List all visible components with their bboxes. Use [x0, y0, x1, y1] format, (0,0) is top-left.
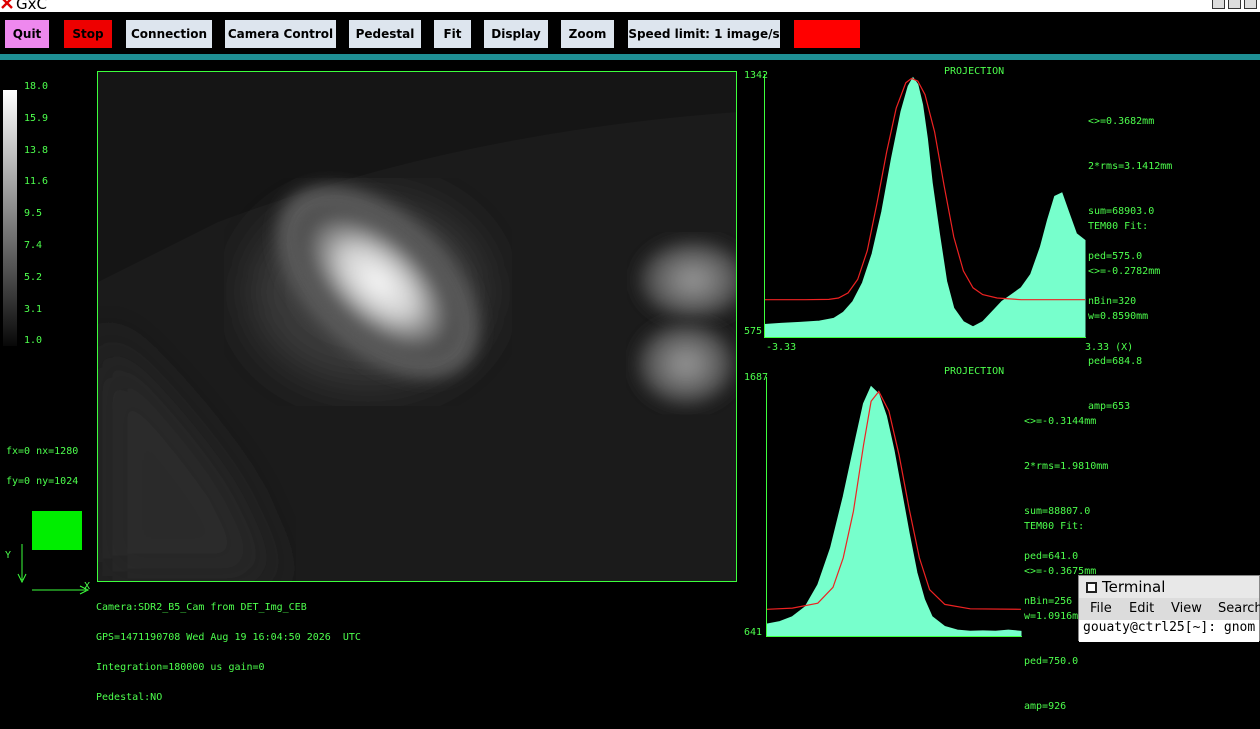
- terminal-titlebar[interactable]: Terminal: [1079, 576, 1259, 598]
- terminal-menu-edit[interactable]: Edit: [1129, 601, 1154, 616]
- fit-ped: ped=750.0: [1024, 656, 1079, 667]
- fit-ped: ped=684.8: [1088, 356, 1143, 367]
- terminal-prompt[interactable]: gouaty@ctrl25[~]: gnom: [1079, 620, 1259, 642]
- fx-nx-label: fx=0 nx=1280: [6, 446, 79, 457]
- integration-line: Integration=180000 us gain=0: [96, 662, 265, 673]
- camera-image-canvas: [98, 72, 736, 581]
- gps-line: GPS=1471190708 Wed Aug 19 16:04:50 2026 …: [96, 632, 361, 643]
- fit-mean: <>=-0.2782mm: [1088, 266, 1161, 277]
- axis-y-label: Y: [5, 550, 12, 561]
- projection-y-plot: [766, 377, 1022, 637]
- separator-bar: [0, 54, 1260, 60]
- close-button[interactable]: [1244, 0, 1257, 9]
- projection-x-ymin: 575: [744, 326, 763, 337]
- projection-y-title: PROJECTION: [944, 366, 1005, 377]
- fit-amp: amp=926: [1024, 701, 1067, 712]
- terminal-menu-search[interactable]: Search: [1218, 601, 1260, 616]
- speed-limit-button[interactable]: Speed limit: 1 image/s: [628, 20, 780, 48]
- connection-button[interactable]: Connection: [126, 20, 212, 48]
- colorbar-tick: 13.8: [24, 144, 49, 156]
- colorbar-tick: 15.9: [24, 112, 49, 124]
- histogram-area: [766, 385, 1022, 637]
- terminal-menubar: File Edit View Search: [1079, 598, 1260, 620]
- stat-rms: 2*rms=3.1412mm: [1088, 161, 1173, 172]
- camera-name-line: Camera:SDR2_B5_Cam from DET_Img_CEB: [96, 602, 307, 613]
- fit-title: TEM00 Fit:: [1088, 221, 1149, 232]
- colorbar-tick: 3.1: [24, 303, 43, 315]
- axis-x-label: X: [84, 581, 91, 592]
- terminal-menu-icon[interactable]: [1086, 582, 1097, 593]
- quit-button[interactable]: Quit: [5, 20, 49, 48]
- maximize-button[interactable]: [1228, 0, 1241, 9]
- fit-title: TEM00 Fit:: [1024, 521, 1085, 532]
- terminal-menu-file[interactable]: File: [1090, 601, 1112, 616]
- terminal-menu-view[interactable]: View: [1171, 601, 1202, 616]
- projection-y-ymax: 1687: [744, 372, 769, 383]
- pedestal-line: Pedestal:NO: [96, 692, 163, 703]
- projection-x-plot: [764, 74, 1086, 338]
- colorbar-tick: 9.5: [24, 208, 43, 220]
- display-button[interactable]: Display: [484, 20, 548, 48]
- camera-control-button[interactable]: Camera Control: [225, 20, 336, 48]
- status-indicator-button[interactable]: [794, 20, 860, 48]
- colorbar-tick: 5.2: [24, 271, 43, 283]
- minimize-button[interactable]: [1212, 0, 1225, 9]
- terminal-window[interactable]: Terminal File Edit View Search gouaty@ct…: [1078, 575, 1260, 642]
- projection-x-xmin: -3.33: [766, 342, 797, 353]
- fit-button[interactable]: Fit: [434, 20, 471, 48]
- stat-mean: <>=-0.3144mm: [1024, 416, 1097, 427]
- stat-rms: 2*rms=1.9810mm: [1024, 461, 1109, 472]
- pedestal-button[interactable]: Pedestal: [349, 20, 421, 48]
- terminal-title: Terminal: [1102, 578, 1166, 596]
- x-logo-icon: [1, 0, 13, 9]
- fit-w: w=0.8590mm: [1088, 311, 1149, 322]
- camera-info: Camera:SDR2_B5_Cam from DET_Img_CEB GPS=…: [96, 583, 361, 713]
- toolbar: Quit Stop Connection Camera Control Pede…: [0, 12, 1260, 54]
- colorbar-tick: 1.0: [24, 335, 43, 347]
- stat-mean: <>=0.3682mm: [1088, 116, 1155, 127]
- stop-button[interactable]: Stop: [64, 20, 112, 48]
- colorbar-tick: 7.4: [24, 240, 43, 251]
- colorbar: [3, 90, 17, 346]
- window-titlebar: GxC: [0, 0, 1260, 13]
- zoom-button[interactable]: Zoom: [561, 20, 614, 48]
- fy-ny-label: fy=0 ny=1024: [6, 476, 79, 487]
- projection-y-ymin: 641: [744, 627, 763, 638]
- camera-image[interactable]: [97, 71, 737, 582]
- histogram-area: [764, 76, 1086, 338]
- colorbar-tick: 11.6: [24, 176, 49, 188]
- colorbar-tick: 18.0: [24, 81, 49, 92]
